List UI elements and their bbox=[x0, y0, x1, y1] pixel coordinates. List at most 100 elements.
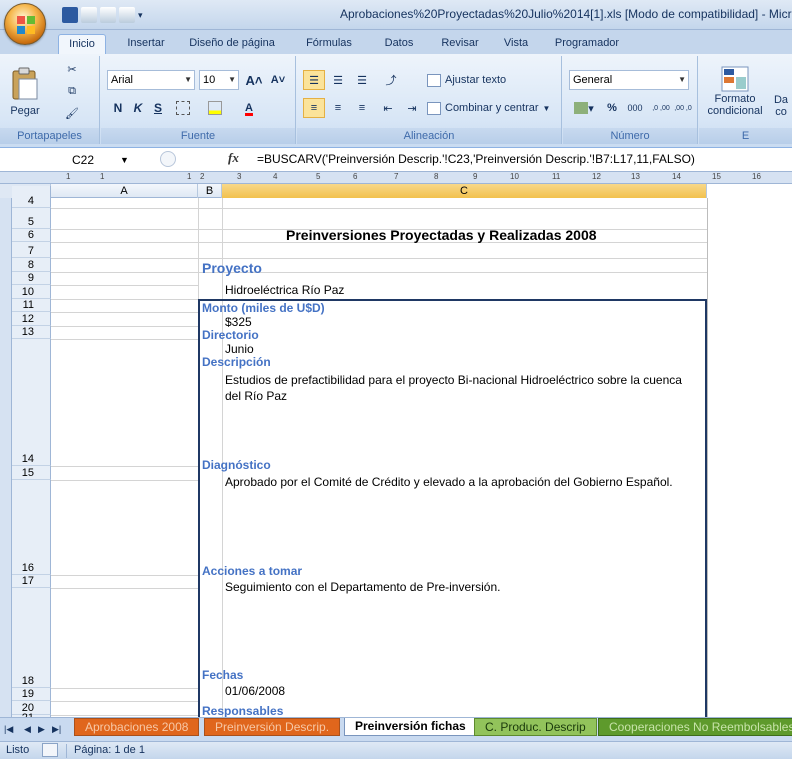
row-header[interactable]: 13 bbox=[12, 326, 51, 339]
undo-icon[interactable] bbox=[81, 7, 97, 23]
tab-datos[interactable]: Datos bbox=[374, 34, 424, 54]
grid-line bbox=[51, 480, 198, 481]
font-name-combo[interactable]: Arial ▼ bbox=[107, 70, 195, 90]
number-group-label: Número bbox=[563, 128, 697, 144]
insert-function-button[interactable]: fx bbox=[228, 150, 239, 166]
redo-icon[interactable] bbox=[100, 7, 116, 23]
row-header[interactable]: 12 bbox=[12, 312, 51, 326]
decrease-indent-icon[interactable]: ⇤ bbox=[377, 98, 399, 118]
diagnostico-label: Diagnóstico bbox=[202, 458, 271, 472]
qat-customize-icon[interactable]: ▾ bbox=[138, 10, 143, 21]
sheet-tab-preinversion-descrip[interactable]: Preinversión Descrip. bbox=[204, 718, 341, 736]
row-header[interactable]: 4 bbox=[12, 186, 51, 208]
descripcion-value[interactable]: Estudios de prefactibilidad para el proy… bbox=[225, 372, 685, 404]
tab-revisar[interactable]: Revisar bbox=[432, 34, 488, 54]
ruler-mark: 9 bbox=[473, 172, 478, 181]
save-icon[interactable] bbox=[62, 7, 78, 23]
shrink-font-glyph: A bbox=[270, 74, 279, 86]
align-top-icon[interactable]: ☰ bbox=[303, 70, 325, 90]
underline-button[interactable]: S bbox=[149, 98, 167, 118]
row-header[interactable]: 17 bbox=[12, 575, 51, 588]
align-left-icon[interactable]: ≡ bbox=[303, 98, 325, 118]
italic-button[interactable]: K bbox=[129, 98, 147, 118]
decrease-decimal-button[interactable]: ,00 ,0 bbox=[673, 98, 693, 118]
next-sheet-icon[interactable]: ▶ bbox=[38, 724, 45, 735]
form-icon[interactable] bbox=[119, 7, 135, 23]
shrink-font-button[interactable]: A ˅ bbox=[267, 70, 289, 90]
acciones-value[interactable]: Seguimiento con el Departamento de Pre-i… bbox=[225, 580, 500, 594]
align-center-icon[interactable]: ≡ bbox=[327, 98, 349, 118]
prev-sheet-icon[interactable]: ◀ bbox=[24, 724, 31, 735]
monto-value[interactable]: $325 bbox=[225, 315, 252, 329]
formula-input[interactable]: =BUSCARV('Preinversión Descrip.'!C23,'Pr… bbox=[257, 152, 695, 166]
column-header-c[interactable]: C bbox=[222, 184, 707, 198]
fecha-value[interactable]: 01/06/2008 bbox=[225, 684, 285, 698]
align-middle-icon[interactable]: ☰ bbox=[327, 70, 349, 90]
last-sheet-icon[interactable]: ▶| bbox=[52, 724, 61, 735]
ruler-mark: 7 bbox=[394, 172, 399, 181]
format-table-label-2: co bbox=[775, 106, 787, 118]
row-header[interactable]: 11 bbox=[12, 299, 51, 312]
directorio-value[interactable]: Junio bbox=[225, 342, 254, 356]
tab-diseno[interactable]: Diseño de página bbox=[180, 34, 284, 54]
row-header[interactable]: 9 bbox=[12, 272, 51, 285]
group-styles: Formato condicional Da co E bbox=[699, 56, 792, 144]
sheet-tab-c-produc[interactable]: C. Produc. Descrip bbox=[474, 718, 597, 736]
merge-center-button[interactable]: Combinar y centrar ▼ bbox=[427, 98, 557, 118]
borders-button[interactable] bbox=[171, 98, 195, 118]
ruler-mark: 4 bbox=[273, 172, 278, 181]
align-bottom-icon[interactable]: ☰ bbox=[351, 70, 373, 90]
macro-record-icon[interactable] bbox=[42, 743, 58, 757]
number-format-combo[interactable]: General ▼ bbox=[569, 70, 689, 90]
align-right-icon[interactable]: ≡ bbox=[351, 98, 373, 118]
paste-button[interactable]: Pegar bbox=[4, 58, 46, 126]
row-header[interactable]: 6 bbox=[12, 229, 51, 242]
bold-button[interactable]: N bbox=[109, 98, 127, 118]
wrap-text-button[interactable]: Ajustar texto bbox=[427, 70, 527, 90]
column-header-b[interactable]: B bbox=[198, 184, 222, 198]
font-color-button[interactable]: A bbox=[235, 98, 263, 118]
name-box[interactable]: C22 ▼ bbox=[2, 150, 142, 170]
row-header[interactable]: 10 bbox=[12, 285, 51, 299]
row-header[interactable]: 14 bbox=[12, 339, 51, 466]
conditional-format-button[interactable]: Formato condicional bbox=[703, 58, 767, 124]
increase-decimal-button[interactable]: ,0 ,00 bbox=[651, 98, 671, 118]
percent-button[interactable]: % bbox=[603, 98, 621, 118]
cut-icon[interactable]: ✂ bbox=[62, 60, 82, 78]
proyecto-value[interactable]: Hidroeléctrica Río Paz bbox=[225, 283, 344, 297]
fill-color-button[interactable] bbox=[201, 98, 229, 118]
tab-programador[interactable]: Programador bbox=[548, 34, 626, 54]
sheet-tab-cooperaciones[interactable]: Cooperaciones No Reembolsables bbox=[598, 718, 792, 736]
row-header[interactable]: 8 bbox=[12, 258, 51, 272]
first-sheet-icon[interactable]: |◀ bbox=[4, 724, 13, 735]
ruler-mark: 16 bbox=[752, 172, 761, 181]
row-header[interactable]: 18 bbox=[12, 588, 51, 688]
orientation-icon[interactable]: ⤴ bbox=[377, 70, 405, 90]
column-header-a[interactable]: A bbox=[51, 184, 198, 198]
grow-font-button[interactable]: A ˄ bbox=[243, 70, 265, 90]
format-table-button[interactable]: Da co bbox=[769, 94, 792, 124]
copy-icon[interactable]: ⧉ bbox=[62, 82, 82, 100]
increase-indent-icon[interactable]: ⇥ bbox=[401, 98, 423, 118]
tab-formulas[interactable]: Fórmulas bbox=[294, 34, 364, 54]
format-painter-icon[interactable]: 🖌 bbox=[62, 104, 82, 122]
currency-button[interactable]: ▾ bbox=[569, 98, 599, 118]
row-header[interactable]: 7 bbox=[12, 242, 51, 258]
row-header[interactable]: 16 bbox=[12, 480, 51, 575]
row-header[interactable]: 5 bbox=[12, 208, 51, 229]
row-header[interactable]: 19 bbox=[12, 688, 51, 701]
clipboard-group-label: Portapapeles bbox=[0, 128, 99, 144]
border-icon bbox=[176, 101, 190, 115]
fill-bucket-icon bbox=[208, 101, 222, 115]
thousands-button[interactable]: 000 bbox=[623, 98, 647, 118]
ruler-mark: 6 bbox=[353, 172, 358, 181]
sheet-tab-aprobaciones[interactable]: Aprobaciones 2008 bbox=[74, 718, 200, 736]
font-size-combo[interactable]: 10 ▼ bbox=[199, 70, 239, 90]
tab-vista[interactable]: Vista bbox=[494, 34, 538, 54]
diagnostico-value[interactable]: Aprobado por el Comité de Crédito y elev… bbox=[225, 474, 685, 490]
sheet-tab-preinversion-fichas[interactable]: Preinversión fichas bbox=[344, 718, 477, 736]
tab-inicio[interactable]: Inicio bbox=[58, 34, 106, 54]
tab-insertar[interactable]: Insertar bbox=[114, 34, 178, 54]
office-button[interactable] bbox=[4, 3, 46, 45]
row-header[interactable]: 15 bbox=[12, 466, 51, 480]
